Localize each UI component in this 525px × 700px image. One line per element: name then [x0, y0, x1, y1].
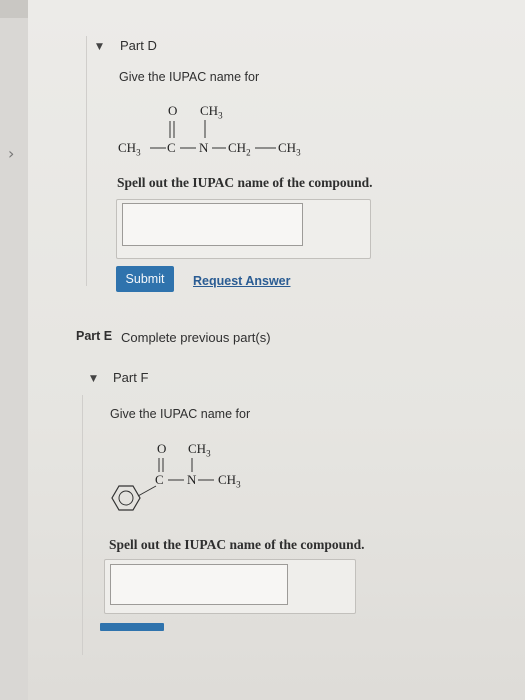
part-f-title[interactable]: Part F: [113, 370, 148, 385]
part-f-prompt: Give the IUPAC name for: [110, 407, 251, 421]
carbonyl-carbon: C: [155, 472, 164, 487]
left-methyl: CH3: [118, 140, 141, 158]
part-f-bonds: [111, 458, 214, 511]
part-d-instruction: Spell out the IUPAC name of the compound…: [117, 175, 373, 190]
part-d-answer-input[interactable]: [122, 203, 303, 246]
right-methyl: CH3: [218, 472, 241, 490]
part-d-bonds: [150, 120, 276, 149]
nitrogen: N: [187, 472, 197, 487]
part-f-instruction: Spell out the IUPAC name of the compound…: [109, 537, 365, 552]
right-methyl: CH3: [278, 140, 301, 158]
part-e-label: Part E: [76, 329, 113, 343]
carbonyl-carbon: C: [167, 140, 176, 155]
part-f-answer-input[interactable]: [110, 564, 288, 605]
submit-button[interactable]: [100, 623, 164, 631]
part-e-status: Complete previous part(s): [121, 330, 271, 345]
benzene-ring: [111, 485, 141, 511]
nitrogen: N: [199, 140, 209, 155]
submit-button[interactable]: Submit: [116, 266, 174, 292]
methylene: CH2: [228, 140, 251, 158]
request-answer-link[interactable]: Request Answer: [193, 274, 290, 288]
collapse-triangle-icon[interactable]: ▼: [90, 374, 97, 384]
